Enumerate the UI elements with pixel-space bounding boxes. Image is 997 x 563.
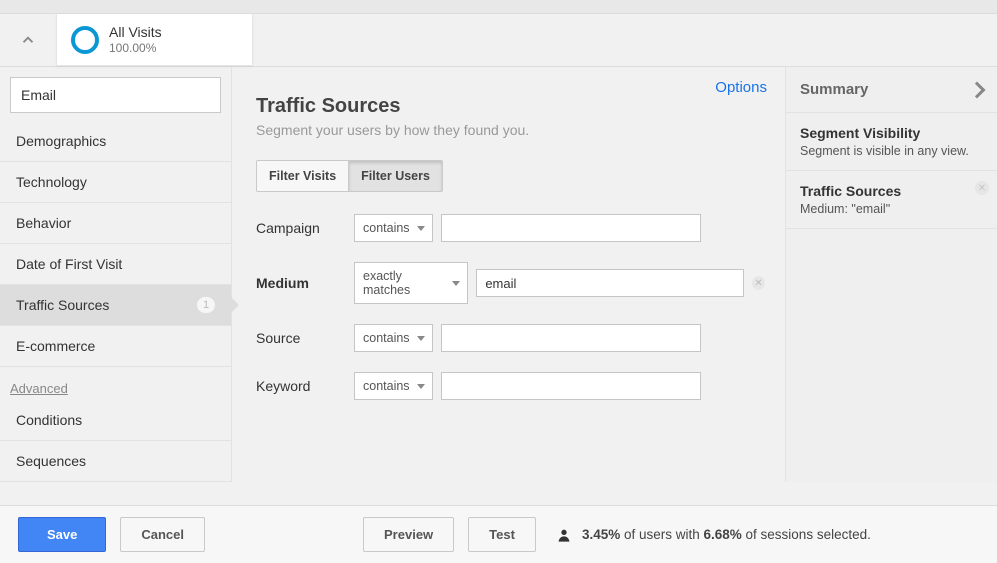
filter-toggle-group: Filter Visits Filter Users xyxy=(256,160,443,192)
segment-chip-title: All Visits xyxy=(109,24,162,41)
preview-button[interactable]: Preview xyxy=(363,517,454,552)
collapse-toggle[interactable] xyxy=(0,14,56,66)
nav-label: Date of First Visit xyxy=(16,256,122,272)
filter-visits-toggle[interactable]: Filter Visits xyxy=(257,161,348,191)
nav-label: Traffic Sources xyxy=(16,297,109,313)
label-keyword: Keyword xyxy=(256,378,346,394)
operator-text: contains xyxy=(363,331,410,345)
footer-stat: 3.45% of users with 6.68% of sessions se… xyxy=(556,527,871,543)
nav-label: Sequences xyxy=(16,453,86,469)
label-medium: Medium xyxy=(256,275,346,291)
panel-title: Traffic Sources xyxy=(256,95,765,118)
caret-down-icon xyxy=(417,384,425,389)
nav-item-behavior[interactable]: Behavior xyxy=(0,203,231,244)
options-link[interactable]: Options xyxy=(715,79,767,96)
nav-item-technology[interactable]: Technology xyxy=(0,162,231,203)
summary-visibility-block: Segment Visibility Segment is visible in… xyxy=(786,113,997,171)
person-icon xyxy=(556,527,572,543)
visibility-text: Segment is visible in any view. xyxy=(800,144,983,158)
nav-label: Conditions xyxy=(16,412,82,428)
cancel-button[interactable]: Cancel xyxy=(120,517,205,552)
row-keyword: Keyword contains xyxy=(256,372,765,400)
row-campaign: Campaign contains xyxy=(256,214,765,242)
nav-list: Demographics Technology Behavior Date of… xyxy=(0,121,231,367)
workspace: Demographics Technology Behavior Date of… xyxy=(0,66,997,482)
controls-campaign: contains xyxy=(354,214,765,242)
value-input-campaign[interactable] xyxy=(441,214,701,242)
nav-item-traffic-sources[interactable]: Traffic Sources 1 xyxy=(0,285,231,326)
left-sidebar: Demographics Technology Behavior Date of… xyxy=(0,67,232,482)
segment-chip-all-visits[interactable]: All Visits 100.00% xyxy=(56,14,253,66)
remove-traffic-icon[interactable]: ✕ xyxy=(975,181,989,195)
operator-select-keyword[interactable]: contains xyxy=(354,372,433,400)
nav-item-conditions[interactable]: Conditions xyxy=(0,400,231,441)
summary-header[interactable]: Summary xyxy=(786,67,997,113)
header: All Visits 100.00% xyxy=(0,14,997,66)
operator-text: contains xyxy=(363,379,410,393)
controls-source: contains xyxy=(354,324,765,352)
save-button[interactable]: Save xyxy=(18,517,106,552)
nav-label: Demographics xyxy=(16,133,106,149)
row-medium: Medium exactly matches ✕ xyxy=(256,262,765,304)
clear-medium-icon[interactable]: ✕ xyxy=(752,276,765,290)
controls-keyword: contains xyxy=(354,372,765,400)
row-source: Source contains xyxy=(256,324,765,352)
nav-section-advanced: Advanced xyxy=(0,367,231,400)
operator-select-medium[interactable]: exactly matches xyxy=(354,262,468,304)
traffic-title: Traffic Sources xyxy=(800,183,983,199)
nav-item-ecommerce[interactable]: E-commerce xyxy=(0,326,231,367)
filter-users-toggle[interactable]: Filter Users xyxy=(348,161,442,191)
stat-sessions-pct: 6.68% xyxy=(704,527,742,542)
chevron-right-icon xyxy=(969,81,986,98)
nav-list-advanced: Conditions Sequences xyxy=(0,400,231,482)
value-input-keyword[interactable] xyxy=(441,372,701,400)
nav-badge: 1 xyxy=(197,297,215,313)
segment-chip-text: All Visits 100.00% xyxy=(109,24,162,55)
stat-text: 3.45% of users with 6.68% of sessions se… xyxy=(582,527,871,542)
summary-sidebar: Summary Segment Visibility Segment is vi… xyxy=(785,67,997,482)
operator-text: contains xyxy=(363,221,410,235)
footer: Save Cancel Preview Test 3.45% of users … xyxy=(0,505,997,563)
window-top-strip xyxy=(0,0,997,14)
controls-medium: exactly matches ✕ xyxy=(354,262,765,304)
panel: Traffic Sources Segment your users by ho… xyxy=(232,67,785,430)
segment-chip-value: 100.00% xyxy=(109,41,162,55)
nav-label: Behavior xyxy=(16,215,71,231)
operator-select-campaign[interactable]: contains xyxy=(354,214,433,242)
nav-item-demographics[interactable]: Demographics xyxy=(0,121,231,162)
operator-text: exactly matches xyxy=(363,269,445,297)
chevron-up-icon xyxy=(19,31,37,49)
center-panel: Options Traffic Sources Segment your use… xyxy=(232,67,785,482)
value-input-source[interactable] xyxy=(441,324,701,352)
caret-down-icon xyxy=(452,281,460,286)
segment-name-wrap xyxy=(0,67,231,121)
label-source: Source xyxy=(256,330,346,346)
nav-label: Technology xyxy=(16,174,87,190)
summary-title: Summary xyxy=(800,81,868,98)
summary-traffic-block: ✕ Traffic Sources Medium: "email" xyxy=(786,171,997,229)
value-input-medium[interactable] xyxy=(476,269,744,297)
circle-icon xyxy=(71,26,99,54)
nav-label: E-commerce xyxy=(16,338,95,354)
nav-item-sequences[interactable]: Sequences xyxy=(0,441,231,482)
nav-item-date-first-visit[interactable]: Date of First Visit xyxy=(0,244,231,285)
visibility-title: Segment Visibility xyxy=(800,125,983,141)
segment-name-input[interactable] xyxy=(10,77,221,113)
caret-down-icon xyxy=(417,336,425,341)
label-campaign: Campaign xyxy=(256,220,346,236)
test-button[interactable]: Test xyxy=(468,517,536,552)
stat-users-pct: 3.45% xyxy=(582,527,620,542)
panel-subtitle: Segment your users by how they found you… xyxy=(256,122,765,138)
operator-select-source[interactable]: contains xyxy=(354,324,433,352)
traffic-text: Medium: "email" xyxy=(800,202,983,216)
caret-down-icon xyxy=(417,226,425,231)
